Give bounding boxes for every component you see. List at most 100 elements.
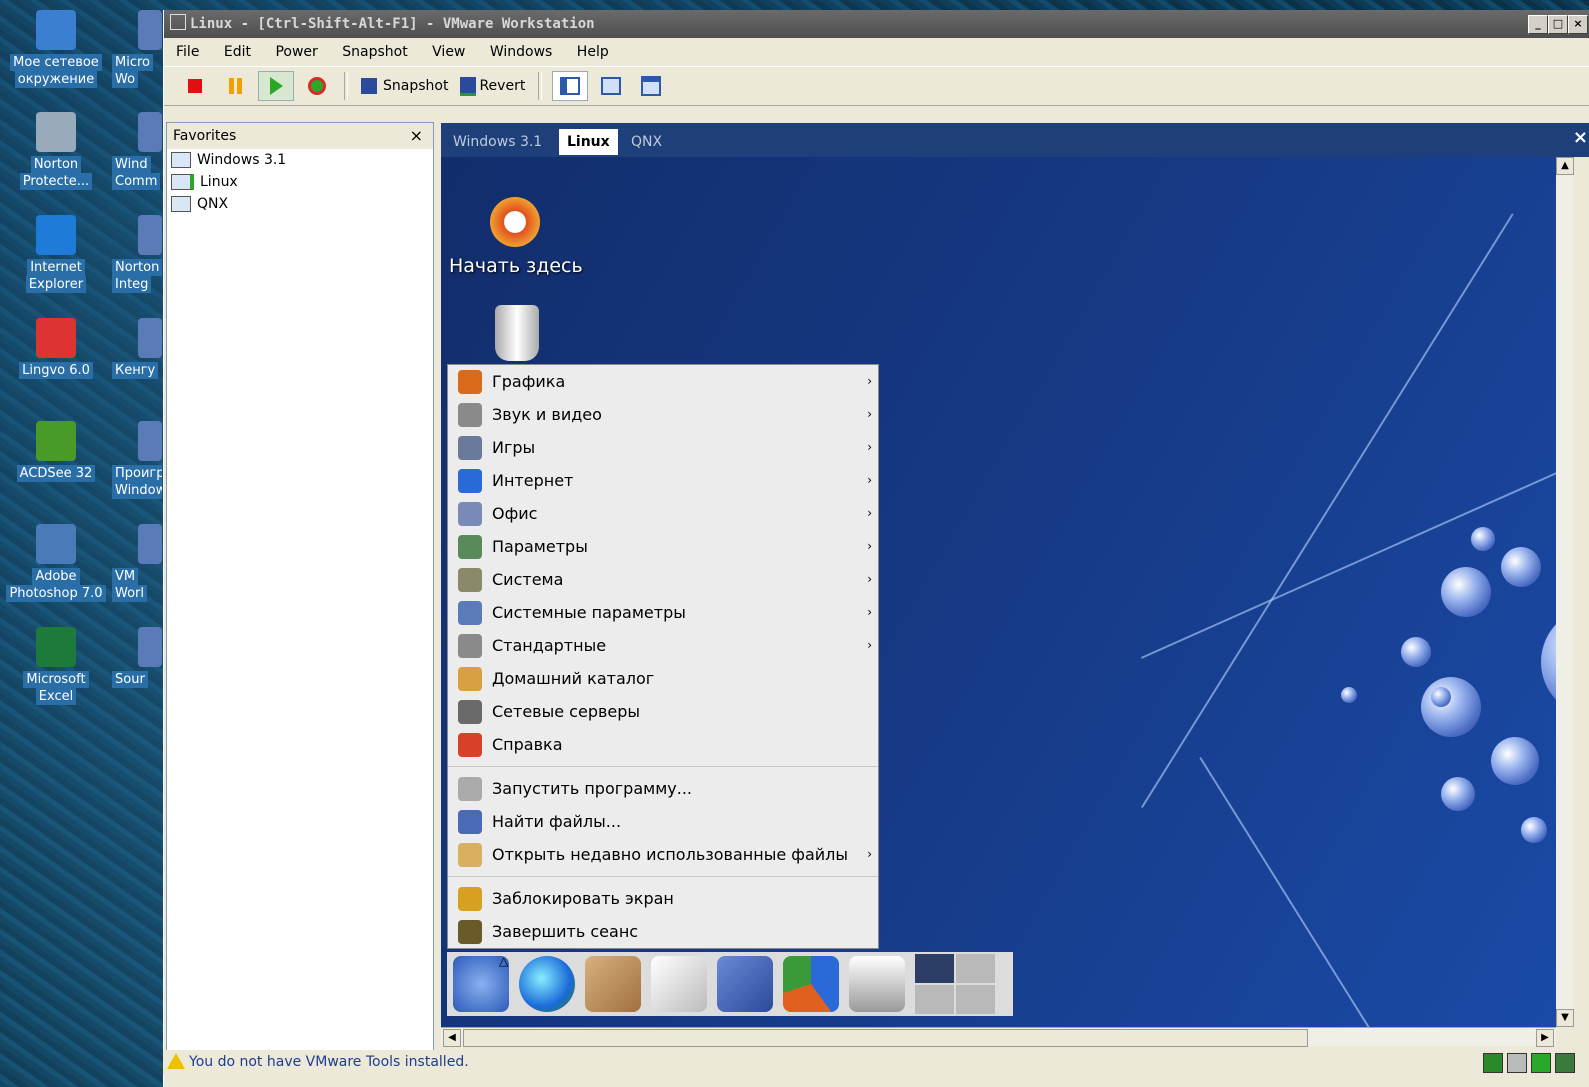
desktop-icon[interactable]: Micro Wo	[112, 10, 162, 88]
workspace-4[interactable]	[956, 985, 995, 1014]
workspace-switcher[interactable]	[915, 954, 995, 1014]
cdrom-device-icon[interactable]	[1507, 1053, 1527, 1073]
wallpaper-bubble	[1521, 817, 1547, 843]
desktop-icon[interactable]: Кенгу	[112, 318, 162, 379]
show-sidebar-button[interactable]	[552, 71, 589, 101]
desktop-icon[interactable]: ACDSee 32	[6, 421, 106, 482]
status-bar: You do not have VMware Tools installed.	[163, 1050, 1589, 1075]
impress-icon[interactable]	[717, 956, 773, 1012]
menu-item[interactable]: Найти файлы...	[448, 805, 878, 838]
favorites-close-icon[interactable]: ×	[410, 123, 423, 149]
menu-item-icon	[458, 601, 482, 625]
close-button[interactable]: ×	[1568, 15, 1588, 34]
menu-item[interactable]: Звук и видео ›	[448, 398, 878, 431]
favorites-panel: Favorites × Windows 3.1 Linux QNX	[166, 122, 434, 1059]
scroll-down-icon[interactable]: ▼	[1556, 1009, 1574, 1027]
calc-icon[interactable]	[783, 956, 839, 1012]
printer-icon[interactable]	[849, 956, 905, 1012]
mail-icon[interactable]	[585, 956, 641, 1012]
menu-windows[interactable]: Windows	[490, 44, 553, 60]
desktop-icon[interactable]: Wind Comm	[112, 112, 162, 190]
desktop-icon[interactable]: Мое сетевое окружение	[6, 10, 106, 88]
desktop-icon[interactable]: Norton Protecte...	[6, 112, 106, 190]
menu-item-icon	[458, 810, 482, 834]
scroll-left-icon[interactable]: ◀	[443, 1029, 461, 1047]
menu-item[interactable]: Графика ›	[448, 365, 878, 398]
menu-item[interactable]: Система ›	[448, 563, 878, 596]
favorite-item-qnx[interactable]: QNX	[167, 193, 433, 215]
scroll-up-icon[interactable]: ▲	[1556, 157, 1574, 175]
menu-help[interactable]: Help	[577, 44, 609, 60]
submenu-arrow-icon: ›	[867, 506, 872, 520]
menu-item-label: Интернет	[492, 471, 574, 490]
menu-item[interactable]: Стандартные ›	[448, 629, 878, 662]
menu-power[interactable]: Power	[275, 44, 317, 60]
wallpaper-bubble	[1471, 527, 1495, 551]
trash-icon[interactable]	[495, 305, 539, 361]
scroll-thumb[interactable]	[463, 1029, 1308, 1047]
minimize-button[interactable]: _	[1528, 15, 1548, 34]
menu-view[interactable]: View	[432, 44, 465, 60]
desktop-icon[interactable]: VM Worl	[112, 524, 162, 602]
menu-item[interactable]: Офис ›	[448, 497, 878, 530]
menu-item[interactable]: Домашний каталог	[448, 662, 878, 695]
reset-button[interactable]	[300, 72, 334, 100]
menu-edit[interactable]: Edit	[224, 44, 251, 60]
menu-item-label: Заблокировать экран	[492, 889, 674, 908]
menu-item[interactable]: Параметры ›	[448, 530, 878, 563]
usb-device-icon[interactable]	[1555, 1053, 1575, 1073]
power-off-button[interactable]	[178, 72, 212, 100]
favorite-label: QNX	[197, 196, 229, 212]
workspace-2[interactable]	[956, 954, 995, 983]
menu-item[interactable]: Сетевые серверы	[448, 695, 878, 728]
favorite-item-windows31[interactable]: Windows 3.1	[167, 149, 433, 171]
desktop-icon[interactable]: Internet Explorer	[6, 215, 106, 293]
menu-item[interactable]: Системные параметры ›	[448, 596, 878, 629]
tab-qnx[interactable]: QNX	[623, 129, 670, 155]
vm-running-icon	[171, 174, 194, 190]
desktop-icon-label: Lingvo 6.0	[19, 362, 93, 379]
title-bar[interactable]: Linux - [Ctrl-Shift-Alt-F1] - VMware Wor…	[164, 10, 1589, 38]
tab-windows31[interactable]: Windows 3.1	[445, 129, 550, 155]
desktop-icon[interactable]: Lingvo 6.0	[6, 318, 106, 379]
fullscreen-button[interactable]	[594, 72, 628, 100]
menu-item[interactable]: Открыть недавно использованные файлы ›	[448, 838, 878, 871]
desktop-icon[interactable]: Проигр Window	[112, 421, 162, 499]
tab-linux[interactable]: Linux	[559, 129, 618, 155]
menu-snapshot[interactable]: Snapshot	[342, 44, 407, 60]
menu-item[interactable]: Игры ›	[448, 431, 878, 464]
desktop-icon[interactable]: Norton Integ	[112, 215, 162, 293]
menu-file[interactable]: File	[176, 44, 199, 60]
vertical-scrollbar[interactable]: ▲ ▼	[1556, 157, 1574, 1027]
browser-icon[interactable]	[519, 956, 575, 1012]
power-on-button[interactable]	[258, 71, 294, 101]
workspace-1[interactable]	[915, 954, 954, 983]
tab-close-icon[interactable]: ×	[1573, 127, 1588, 148]
desktop-icon[interactable]: Microsoft Excel	[6, 627, 106, 705]
maximize-button[interactable]: □	[1548, 15, 1568, 34]
desktop-icon[interactable]: Sour	[112, 627, 162, 688]
desktop-icon[interactable]: Adobe Photoshop 7.0	[6, 524, 106, 602]
quick-switch-button[interactable]	[634, 72, 668, 100]
network-device-icon[interactable]	[1531, 1053, 1551, 1073]
scroll-right-icon[interactable]: ▶	[1536, 1029, 1554, 1047]
menu-item[interactable]: Интернет ›	[448, 464, 878, 497]
menu-item[interactable]: Справка	[448, 728, 878, 761]
workspace-3[interactable]	[915, 985, 954, 1014]
floppy-device-icon[interactable]	[1483, 1053, 1503, 1073]
menu-item-icon	[458, 887, 482, 911]
start-here-icon[interactable]	[485, 197, 545, 247]
desktop-icon-label: Microsoft	[23, 671, 89, 688]
suspend-button[interactable]	[218, 72, 252, 100]
favorite-item-linux[interactable]: Linux	[167, 171, 433, 193]
writer-icon[interactable]	[651, 956, 707, 1012]
menu-item[interactable]: Запустить программу...	[448, 772, 878, 805]
revert-button[interactable]: Revert	[457, 72, 528, 100]
horizontal-scrollbar[interactable]: ◀ ▶	[441, 1027, 1556, 1047]
menu-item[interactable]: Завершить сеанс	[448, 915, 878, 948]
snapshot-button[interactable]: Snapshot	[358, 72, 451, 100]
menu-item-icon	[458, 436, 482, 460]
menu-item[interactable]: Заблокировать экран	[448, 882, 878, 915]
app-icon	[138, 318, 162, 358]
app-icon	[36, 112, 76, 152]
